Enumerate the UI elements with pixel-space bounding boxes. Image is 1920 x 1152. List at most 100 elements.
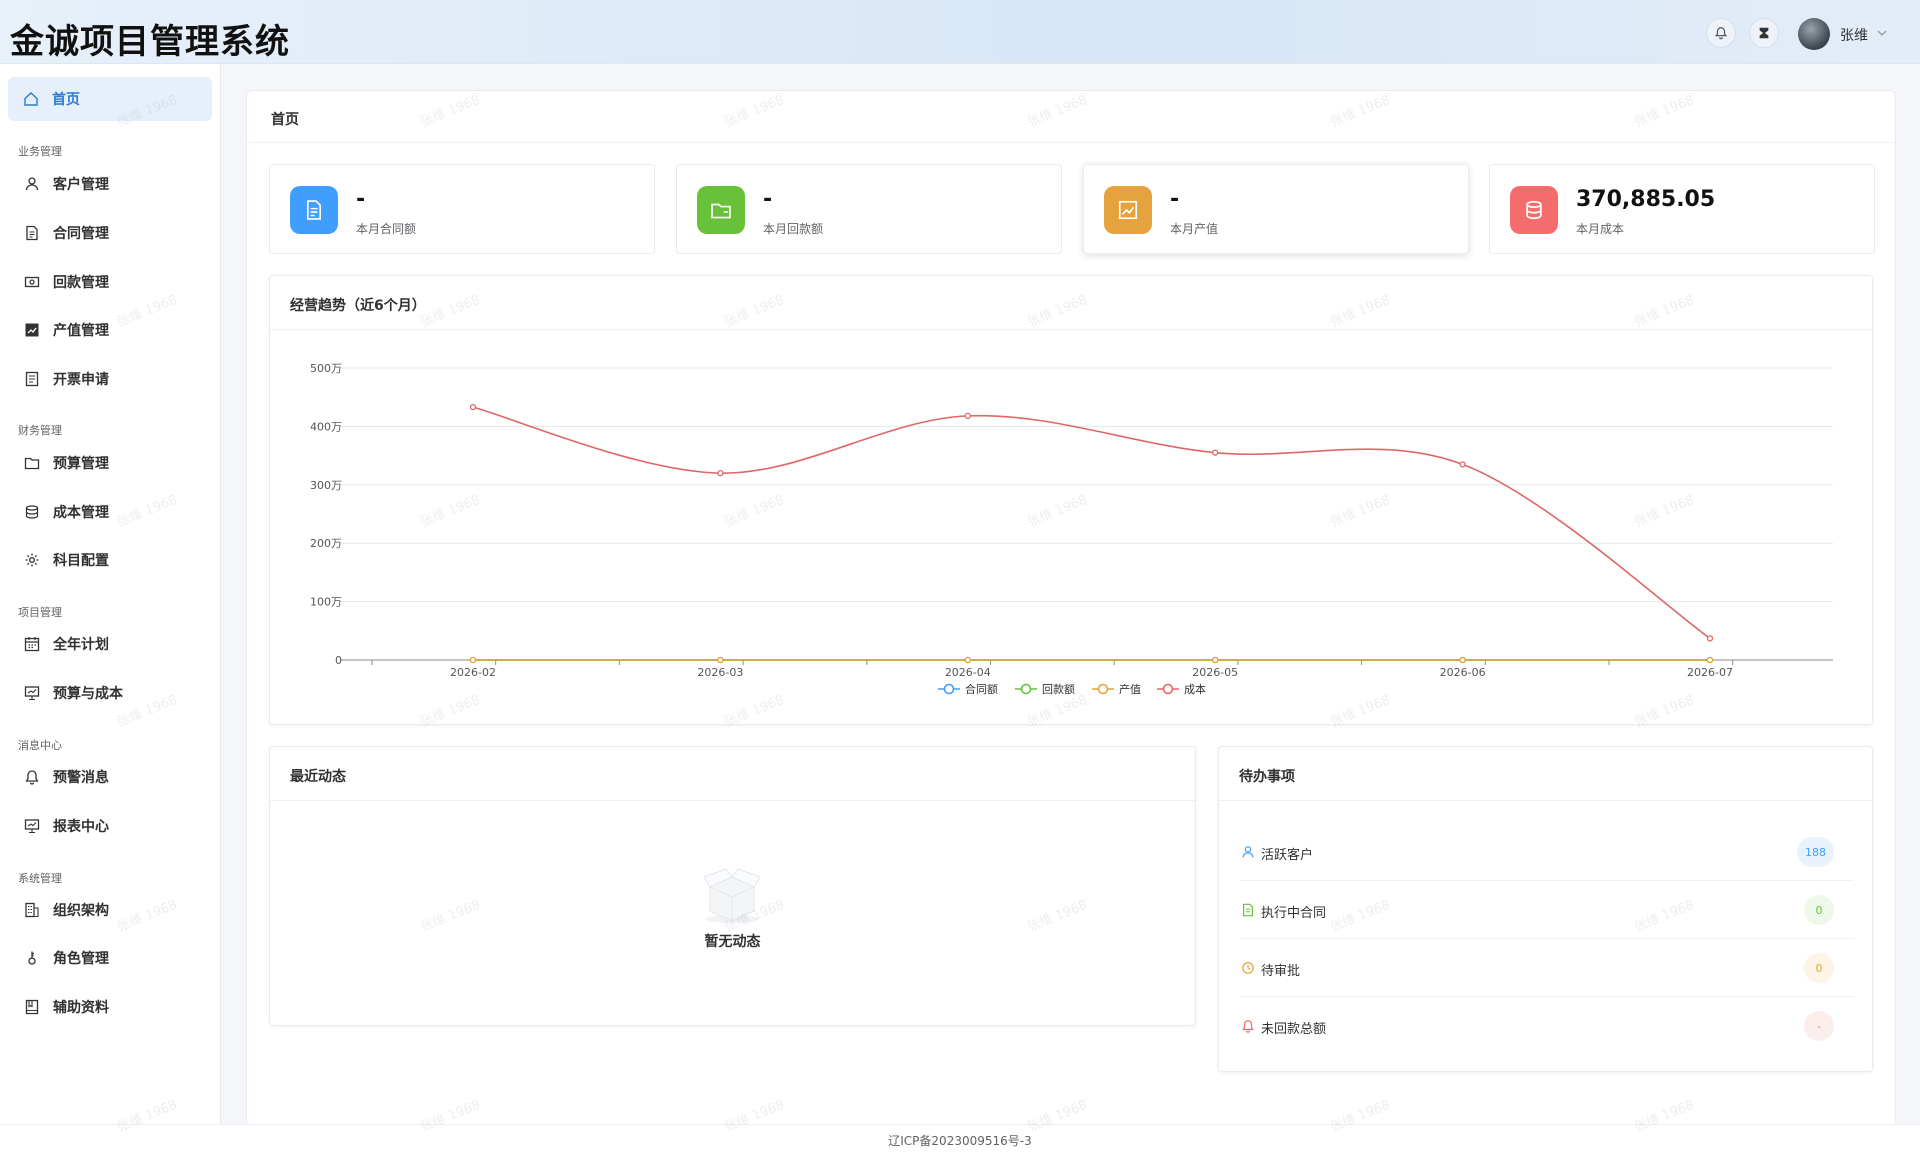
hourglass-icon	[1759, 27, 1769, 39]
sidebar-item-label: 预算管理	[53, 456, 109, 472]
sidebar-item-label: 客户管理	[53, 177, 109, 193]
recent-activity-panel: 最近动态 暂无动态	[269, 746, 1196, 1026]
sidebar-item-aux-data[interactable]: 辅助资料	[8, 987, 212, 1027]
trend-chart: 0 100万 200万 300万 400万 500万 2026-02 2026-03 2026-…	[310, 362, 1833, 696]
stat-value: -	[1170, 187, 1180, 212]
key-icon	[23, 949, 41, 967]
todo-item-contracts-in-progress[interactable]: 执行中合同 0	[1239, 881, 1854, 939]
data-point	[1212, 656, 1219, 664]
sidebar-item-annual-plan[interactable]: 全年计划	[8, 624, 212, 664]
sidebar-item-organization[interactable]: 组织架构	[8, 890, 212, 930]
y-tick-label: 400万	[310, 420, 342, 433]
sidebar-item-roles[interactable]: 角色管理	[8, 938, 212, 978]
sidebar-item-label: 产值管理	[53, 323, 109, 339]
count-badge: 188	[1797, 837, 1834, 867]
sidebar-item-invoice[interactable]: 开票申请	[8, 359, 212, 399]
chart-icon	[23, 321, 41, 339]
sidebar-item-label: 角色管理	[53, 951, 109, 967]
sidebar-item-budget-cost[interactable]: 预算与成本	[8, 673, 212, 713]
wallet-icon	[697, 186, 745, 234]
sidebar-item-subject-config[interactable]: 科目配置	[8, 540, 212, 580]
home-icon	[22, 90, 40, 108]
chevron-down-icon[interactable]	[1876, 27, 1888, 39]
data-point	[1706, 656, 1714, 664]
todo-item-pending-approval[interactable]: 待审批 0	[1239, 939, 1854, 997]
invoice-icon	[23, 370, 41, 388]
data-point	[964, 412, 971, 420]
todo-item-active-customers[interactable]: 活跃客户 188	[1239, 823, 1854, 881]
x-tick-label: 2026-06	[1440, 666, 1486, 679]
sidebar-item-contracts[interactable]: 合同管理	[8, 213, 212, 253]
app-title: 金诚项目管理系统	[10, 22, 290, 62]
presentation-icon	[23, 817, 41, 835]
bell-icon	[1241, 1018, 1255, 1037]
sidebar-item-output-value[interactable]: 产值管理	[8, 310, 212, 350]
sidebar-item-label: 预算与成本	[53, 686, 123, 702]
user-name[interactable]: 张维	[1840, 25, 1868, 45]
sidebar-item-label: 首页	[52, 92, 80, 108]
sidebar-item-label: 组织架构	[53, 903, 109, 919]
todo-label: 执行中合同	[1261, 906, 1327, 921]
stat-value: -	[763, 187, 773, 212]
x-tick-label: 2026-02	[450, 666, 496, 679]
legend-marker	[1097, 683, 1109, 695]
user-icon	[1241, 844, 1255, 863]
sidebar-item-budget[interactable]: 预算管理	[8, 443, 212, 483]
stat-label: 本月成本	[1576, 222, 1625, 236]
sidebar-item-reports[interactable]: 报表中心	[8, 806, 212, 846]
legend-marker	[1020, 683, 1032, 695]
presentation-icon	[23, 684, 41, 702]
y-tick-label: 0	[335, 654, 342, 667]
sidebar-item-home[interactable]: 首页	[8, 77, 212, 121]
data-point	[717, 469, 724, 477]
data-point	[1706, 635, 1714, 642]
stat-value: -	[356, 187, 366, 212]
todo-panel: 待办事项 活跃客户 188 执行中合同 0 待审批 0 未回款总额 -	[1218, 746, 1873, 1072]
document-icon	[290, 186, 338, 234]
group-title-projects: 项目管理	[18, 606, 62, 619]
y-tick-label: 200万	[310, 537, 342, 550]
stat-card-payment[interactable]: - 本月回款额	[676, 164, 1062, 254]
notification-button[interactable]	[1706, 18, 1736, 48]
database-icon	[23, 503, 41, 521]
folder-icon	[23, 454, 41, 472]
bell-icon	[1714, 27, 1728, 40]
stat-card-contract[interactable]: - 本月合同额	[269, 164, 655, 254]
recent-activity-title: 最近动态	[270, 747, 1195, 801]
x-tick-label: 2026-04	[945, 666, 991, 679]
document-icon	[1241, 902, 1255, 921]
sidebar-item-payments[interactable]: 回款管理	[8, 262, 212, 302]
y-tick-label: 100万	[310, 596, 342, 609]
todo-panel-title: 待办事项	[1219, 747, 1872, 801]
x-tick-label: 2026-05	[1192, 666, 1238, 679]
sidebar-item-customers[interactable]: 客户管理	[8, 164, 212, 204]
todo-item-unpaid-total[interactable]: 未回款总额 -	[1239, 997, 1854, 1055]
sidebar-item-label: 全年计划	[53, 637, 109, 653]
legend-label: 合同额	[965, 682, 998, 696]
bell-icon	[23, 768, 41, 786]
main-panel: 首页 - 本月合同额 - 本月回款额 - 本月产值 370,885.05 本月成…	[246, 90, 1896, 1130]
page-title: 首页	[247, 91, 1895, 143]
todo-label: 待审批	[1261, 964, 1301, 979]
stat-value: 370,885.05	[1576, 187, 1716, 212]
document-icon	[23, 224, 41, 242]
stat-label: 本月回款额	[763, 222, 824, 236]
user-avatar[interactable]	[1798, 18, 1830, 50]
stat-label: 本月合同额	[356, 222, 417, 236]
stat-card-cost[interactable]: 370,885.05 本月成本	[1489, 164, 1875, 254]
fullscreen-button[interactable]	[1749, 18, 1779, 48]
stat-card-output[interactable]: - 本月产值	[1083, 164, 1469, 254]
book-icon	[23, 998, 41, 1016]
stat-label: 本月产值	[1170, 222, 1219, 236]
sidebar-item-cost[interactable]: 成本管理	[8, 492, 212, 532]
sidebar-item-alerts[interactable]: 预警消息	[8, 757, 212, 797]
legend-label: 产值	[1119, 682, 1141, 696]
legend-marker	[1162, 683, 1174, 695]
x-tick-label: 2026-07	[1687, 666, 1733, 679]
todo-label: 活跃客户	[1261, 848, 1314, 863]
clock-icon	[1241, 960, 1255, 979]
count-badge: 0	[1804, 895, 1834, 925]
sidebar-item-label: 成本管理	[53, 505, 109, 521]
footer-icp[interactable]: 辽ICP备2023009516号-3	[0, 1124, 1920, 1152]
sidebar-item-label: 辅助资料	[53, 1000, 109, 1016]
